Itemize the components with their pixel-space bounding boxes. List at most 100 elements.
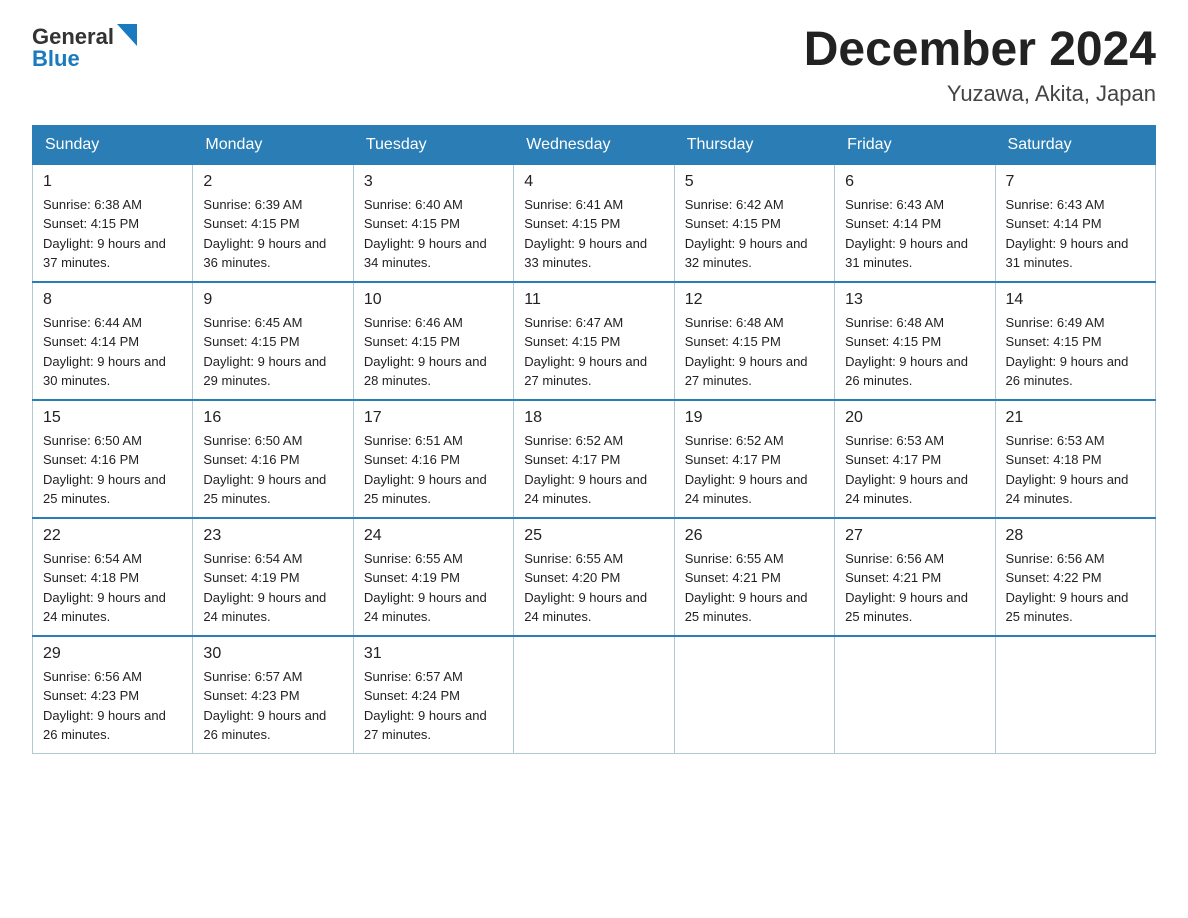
- day-detail: Sunrise: 6:43 AM Sunset: 4:14 PM Dayligh…: [1006, 195, 1145, 273]
- calendar-cell: [835, 636, 995, 754]
- calendar-cell: 24 Sunrise: 6:55 AM Sunset: 4:19 PM Dayl…: [353, 518, 513, 636]
- day-number: 23: [203, 527, 342, 545]
- calendar-cell: 14 Sunrise: 6:49 AM Sunset: 4:15 PM Dayl…: [995, 282, 1155, 400]
- day-number: 22: [43, 527, 182, 545]
- location-title: Yuzawa, Akita, Japan: [804, 81, 1156, 107]
- col-monday: Monday: [193, 125, 353, 164]
- calendar-cell: 11 Sunrise: 6:47 AM Sunset: 4:15 PM Dayl…: [514, 282, 674, 400]
- day-number: 10: [364, 291, 503, 309]
- day-detail: Sunrise: 6:50 AM Sunset: 4:16 PM Dayligh…: [43, 431, 182, 509]
- col-saturday: Saturday: [995, 125, 1155, 164]
- calendar-week-row: 22 Sunrise: 6:54 AM Sunset: 4:18 PM Dayl…: [33, 518, 1156, 636]
- calendar-cell: 10 Sunrise: 6:46 AM Sunset: 4:15 PM Dayl…: [353, 282, 513, 400]
- calendar-cell: 17 Sunrise: 6:51 AM Sunset: 4:16 PM Dayl…: [353, 400, 513, 518]
- day-detail: Sunrise: 6:57 AM Sunset: 4:24 PM Dayligh…: [364, 667, 503, 745]
- calendar-cell: 21 Sunrise: 6:53 AM Sunset: 4:18 PM Dayl…: [995, 400, 1155, 518]
- day-detail: Sunrise: 6:41 AM Sunset: 4:15 PM Dayligh…: [524, 195, 663, 273]
- day-number: 20: [845, 409, 984, 427]
- day-number: 16: [203, 409, 342, 427]
- day-detail: Sunrise: 6:55 AM Sunset: 4:20 PM Dayligh…: [524, 549, 663, 627]
- day-number: 12: [685, 291, 824, 309]
- calendar-week-row: 1 Sunrise: 6:38 AM Sunset: 4:15 PM Dayli…: [33, 164, 1156, 282]
- day-number: 19: [685, 409, 824, 427]
- month-title: December 2024: [804, 24, 1156, 77]
- calendar-cell: 29 Sunrise: 6:56 AM Sunset: 4:23 PM Dayl…: [33, 636, 193, 754]
- calendar-header: Sunday Monday Tuesday Wednesday Thursday…: [33, 125, 1156, 164]
- day-number: 25: [524, 527, 663, 545]
- day-detail: Sunrise: 6:42 AM Sunset: 4:15 PM Dayligh…: [685, 195, 824, 273]
- day-number: 29: [43, 645, 182, 663]
- calendar-body: 1 Sunrise: 6:38 AM Sunset: 4:15 PM Dayli…: [33, 164, 1156, 753]
- day-detail: Sunrise: 6:49 AM Sunset: 4:15 PM Dayligh…: [1006, 313, 1145, 391]
- day-detail: Sunrise: 6:55 AM Sunset: 4:21 PM Dayligh…: [685, 549, 824, 627]
- day-number: 28: [1006, 527, 1145, 545]
- day-detail: Sunrise: 6:50 AM Sunset: 4:16 PM Dayligh…: [203, 431, 342, 509]
- day-detail: Sunrise: 6:55 AM Sunset: 4:19 PM Dayligh…: [364, 549, 503, 627]
- day-number: 24: [364, 527, 503, 545]
- calendar-week-row: 29 Sunrise: 6:56 AM Sunset: 4:23 PM Dayl…: [33, 636, 1156, 754]
- day-detail: Sunrise: 6:48 AM Sunset: 4:15 PM Dayligh…: [845, 313, 984, 391]
- calendar-cell: 19 Sunrise: 6:52 AM Sunset: 4:17 PM Dayl…: [674, 400, 834, 518]
- calendar-cell: 2 Sunrise: 6:39 AM Sunset: 4:15 PM Dayli…: [193, 164, 353, 282]
- day-detail: Sunrise: 6:56 AM Sunset: 4:21 PM Dayligh…: [845, 549, 984, 627]
- calendar-cell: 7 Sunrise: 6:43 AM Sunset: 4:14 PM Dayli…: [995, 164, 1155, 282]
- calendar-cell: 18 Sunrise: 6:52 AM Sunset: 4:17 PM Dayl…: [514, 400, 674, 518]
- calendar-cell: 12 Sunrise: 6:48 AM Sunset: 4:15 PM Dayl…: [674, 282, 834, 400]
- calendar-cell: [674, 636, 834, 754]
- calendar-week-row: 8 Sunrise: 6:44 AM Sunset: 4:14 PM Dayli…: [33, 282, 1156, 400]
- day-detail: Sunrise: 6:52 AM Sunset: 4:17 PM Dayligh…: [685, 431, 824, 509]
- col-tuesday: Tuesday: [353, 125, 513, 164]
- calendar-cell: 1 Sunrise: 6:38 AM Sunset: 4:15 PM Dayli…: [33, 164, 193, 282]
- day-number: 1: [43, 173, 182, 191]
- day-number: 21: [1006, 409, 1145, 427]
- day-number: 4: [524, 173, 663, 191]
- day-detail: Sunrise: 6:56 AM Sunset: 4:23 PM Dayligh…: [43, 667, 182, 745]
- calendar-cell: 30 Sunrise: 6:57 AM Sunset: 4:23 PM Dayl…: [193, 636, 353, 754]
- day-number: 8: [43, 291, 182, 309]
- col-friday: Friday: [835, 125, 995, 164]
- day-detail: Sunrise: 6:39 AM Sunset: 4:15 PM Dayligh…: [203, 195, 342, 273]
- col-thursday: Thursday: [674, 125, 834, 164]
- day-number: 26: [685, 527, 824, 545]
- day-detail: Sunrise: 6:54 AM Sunset: 4:19 PM Dayligh…: [203, 549, 342, 627]
- day-detail: Sunrise: 6:52 AM Sunset: 4:17 PM Dayligh…: [524, 431, 663, 509]
- calendar-cell: 16 Sunrise: 6:50 AM Sunset: 4:16 PM Dayl…: [193, 400, 353, 518]
- day-number: 30: [203, 645, 342, 663]
- calendar-cell: 6 Sunrise: 6:43 AM Sunset: 4:14 PM Dayli…: [835, 164, 995, 282]
- calendar-cell: 31 Sunrise: 6:57 AM Sunset: 4:24 PM Dayl…: [353, 636, 513, 754]
- calendar-cell: [514, 636, 674, 754]
- calendar-cell: 8 Sunrise: 6:44 AM Sunset: 4:14 PM Dayli…: [33, 282, 193, 400]
- day-detail: Sunrise: 6:38 AM Sunset: 4:15 PM Dayligh…: [43, 195, 182, 273]
- calendar-cell: 5 Sunrise: 6:42 AM Sunset: 4:15 PM Dayli…: [674, 164, 834, 282]
- calendar-cell: 15 Sunrise: 6:50 AM Sunset: 4:16 PM Dayl…: [33, 400, 193, 518]
- calendar-cell: 23 Sunrise: 6:54 AM Sunset: 4:19 PM Dayl…: [193, 518, 353, 636]
- calendar-cell: 9 Sunrise: 6:45 AM Sunset: 4:15 PM Dayli…: [193, 282, 353, 400]
- day-detail: Sunrise: 6:40 AM Sunset: 4:15 PM Dayligh…: [364, 195, 503, 273]
- day-detail: Sunrise: 6:45 AM Sunset: 4:15 PM Dayligh…: [203, 313, 342, 391]
- day-number: 14: [1006, 291, 1145, 309]
- calendar-cell: 3 Sunrise: 6:40 AM Sunset: 4:15 PM Dayli…: [353, 164, 513, 282]
- day-detail: Sunrise: 6:47 AM Sunset: 4:15 PM Dayligh…: [524, 313, 663, 391]
- title-block: December 2024 Yuzawa, Akita, Japan: [804, 24, 1156, 107]
- calendar-table: Sunday Monday Tuesday Wednesday Thursday…: [32, 125, 1156, 754]
- day-detail: Sunrise: 6:56 AM Sunset: 4:22 PM Dayligh…: [1006, 549, 1145, 627]
- calendar-cell: 4 Sunrise: 6:41 AM Sunset: 4:15 PM Dayli…: [514, 164, 674, 282]
- day-detail: Sunrise: 6:43 AM Sunset: 4:14 PM Dayligh…: [845, 195, 984, 273]
- day-number: 15: [43, 409, 182, 427]
- day-number: 11: [524, 291, 663, 309]
- calendar-cell: 22 Sunrise: 6:54 AM Sunset: 4:18 PM Dayl…: [33, 518, 193, 636]
- day-detail: Sunrise: 6:44 AM Sunset: 4:14 PM Dayligh…: [43, 313, 182, 391]
- day-detail: Sunrise: 6:48 AM Sunset: 4:15 PM Dayligh…: [685, 313, 824, 391]
- day-number: 17: [364, 409, 503, 427]
- day-detail: Sunrise: 6:54 AM Sunset: 4:18 PM Dayligh…: [43, 549, 182, 627]
- day-number: 31: [364, 645, 503, 663]
- calendar-cell: 26 Sunrise: 6:55 AM Sunset: 4:21 PM Dayl…: [674, 518, 834, 636]
- day-number: 2: [203, 173, 342, 191]
- day-number: 7: [1006, 173, 1145, 191]
- day-detail: Sunrise: 6:51 AM Sunset: 4:16 PM Dayligh…: [364, 431, 503, 509]
- day-detail: Sunrise: 6:53 AM Sunset: 4:17 PM Dayligh…: [845, 431, 984, 509]
- logo-blue-text: Blue: [32, 46, 80, 72]
- page-header: General Blue December 2024 Yuzawa, Akita…: [32, 24, 1156, 107]
- day-detail: Sunrise: 6:46 AM Sunset: 4:15 PM Dayligh…: [364, 313, 503, 391]
- col-sunday: Sunday: [33, 125, 193, 164]
